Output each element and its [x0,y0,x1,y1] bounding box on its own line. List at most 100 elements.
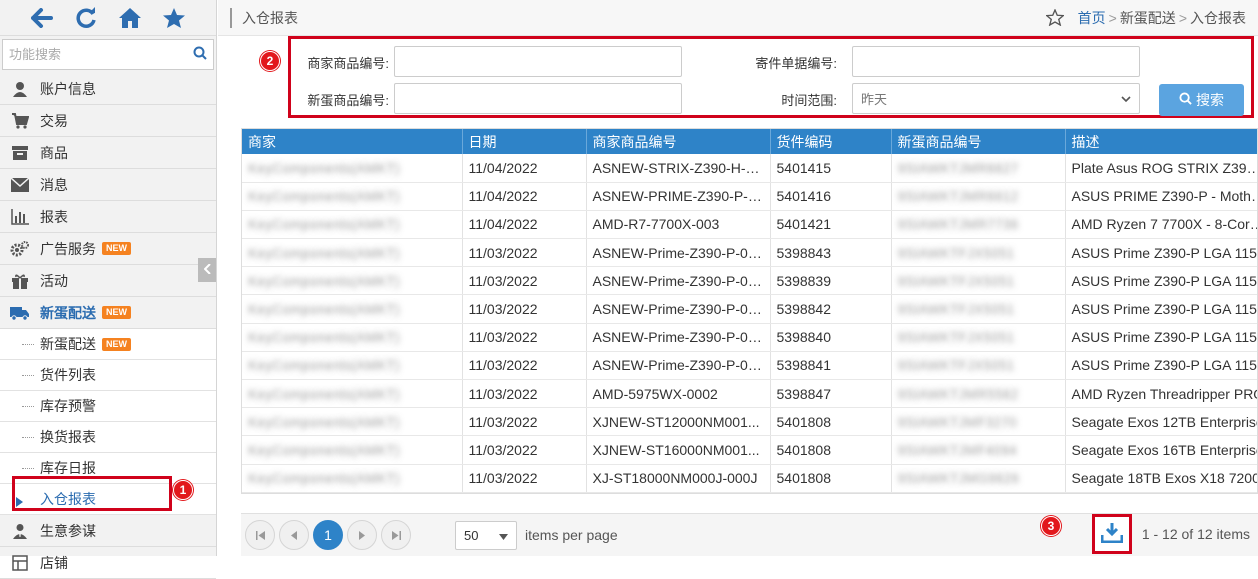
chevron-left-icon [203,263,211,277]
cell-newegg-item: 9SIAWKTJMF4094 [891,435,1066,465]
cell-seller: KeyComponents(AMKT) [242,323,463,352]
cell-seller-sku: ASNEW-Prime-Z390-P-00... [586,351,771,381]
submenu-shipment-list[interactable]: 货件列表 [0,360,216,391]
pagination-info: 1 - 12 of 12 items [1141,526,1250,542]
user-icon [8,79,32,99]
menu-account[interactable]: 账户信息 [0,73,216,105]
menu-trade[interactable]: 交易 [0,105,216,137]
cell-newegg-item: 9SIAWKTJMF3270 [891,407,1066,437]
main-content: 入仓报表 首页 > 新蛋配送 > 入仓报表 商家商品编号: 寄件单据编号: 新蛋… [218,0,1258,556]
cell-date: 11/03/2022 [462,323,587,352]
table-row[interactable]: KeyComponents(AMKT) 11/03/2022 ASNEW-Prime… [242,238,1257,268]
first-page-button[interactable] [245,520,275,550]
time-range-value: 昨天 [861,92,888,107]
sidebar-collapse-handle[interactable] [198,258,216,282]
last-page-button[interactable] [381,520,411,550]
user-tie-icon [8,521,32,541]
col-header-seller-sku[interactable]: 商家商品编号 [586,129,771,154]
table-row[interactable]: KeyComponents(AMKT) 11/03/2022 XJNEW-ST120… [242,407,1257,437]
export-download-button[interactable] [1092,514,1132,554]
table-row[interactable]: KeyComponents(AMKT) 11/03/2022 ASNEW-Prime… [242,294,1257,324]
submenu-exchange-report[interactable]: 换货报表 [0,422,216,453]
menu-newegg-delivery[interactable]: 新蛋配送 NEW [0,297,216,329]
cell-description: Seagate 18TB Exos X18 7200 [1065,464,1257,493]
new-badge: NEW [102,337,131,351]
search-button[interactable]: 搜索 [1159,84,1244,116]
cell-seller-sku: ASNEW-PRIME-Z390-P-1... [586,182,771,211]
table-row[interactable]: KeyComponents(AMKT) 11/04/2022 AMD-R7-7700… [242,210,1257,240]
cell-seller-sku: ASNEW-Prime-Z390-P-00... [586,323,771,352]
cell-newegg-item: 9SIAWKTJMG9626 [891,464,1066,493]
cell-newegg-item: 9SIAWKTFJX5051 [891,266,1066,296]
menu-label: 商品 [40,144,68,161]
page-number-button[interactable]: 1 [313,520,343,550]
function-search[interactable] [2,39,214,70]
back-arrow-icon[interactable] [27,3,57,33]
newegg-item-input[interactable] [394,83,682,114]
annotation-highlight-box [12,476,172,511]
table-row[interactable]: KeyComponents(AMKT) 11/04/2022 ASNEW-PRIME… [242,182,1257,211]
star-icon[interactable] [159,3,189,33]
table-row[interactable]: KeyComponents(AMKT) 11/03/2022 ASNEW-Prime… [242,266,1257,296]
next-page-button[interactable] [347,520,377,550]
cell-seller-sku: XJNEW-ST16000NM001... [586,435,771,465]
cell-date: 11/03/2022 [462,407,587,437]
menu-products[interactable]: 商品 [0,137,216,169]
breadcrumb: 首页 > 新蛋配送 > 入仓报表 [1045,8,1246,28]
cell-newegg-item: 9SIAWKTJMR6627 [891,154,1066,183]
breadcrumb-current: 入仓报表 [1190,9,1246,26]
col-header-shipment-code[interactable]: 货件编码 [770,129,892,154]
header-bar: 入仓报表 首页 > 新蛋配送 > 入仓报表 [218,0,1258,36]
favorite-star-icon[interactable] [1045,9,1064,26]
time-range-label: 时间范围: [781,93,837,108]
table-row[interactable]: KeyComponents(AMKT) 11/04/2022 ASNEW-STRIX… [242,154,1257,183]
submenu-newegg-delivery[interactable]: 新蛋配送 NEW [0,329,216,360]
menu-business-advisor[interactable]: 生意参谋 [0,515,216,547]
submenu-label: 库存预警 [40,398,96,414]
breadcrumb-separator: > [1108,9,1117,26]
seller-sku-input[interactable] [394,46,682,77]
col-header-newegg-item[interactable]: 新蛋商品编号 [891,129,1066,154]
annotation-marker-3: 3 [1041,516,1061,536]
menu-messages[interactable]: 消息 [0,169,216,201]
table-row[interactable]: KeyComponents(AMKT) 11/03/2022 XJNEW-ST160… [242,435,1257,465]
menu-ads[interactable]: 广告服务 NEW [0,233,216,265]
col-header-date[interactable]: 日期 [462,129,587,154]
shipment-no-input[interactable] [852,46,1140,77]
col-header-seller[interactable]: 商家 [242,129,463,154]
cell-seller: KeyComponents(AMKT) [242,464,463,493]
cell-description: Seagate Exos 12TB Enterprise [1065,407,1257,437]
cell-newegg-item: 9SIAWKTFJX5051 [891,323,1066,352]
table-row[interactable]: KeyComponents(AMKT) 11/03/2022 ASNEW-Prime… [242,323,1257,352]
cell-shipment-code: 5398843 [770,238,892,268]
refresh-icon[interactable] [71,3,101,33]
col-header-description[interactable]: 描述 [1065,129,1257,154]
menu-reports[interactable]: 报表 [0,201,216,233]
menu-store[interactable]: 店铺 [0,547,216,579]
cell-newegg-item: 9SIAWKTFJX5051 [891,351,1066,381]
prev-page-button[interactable] [279,520,309,550]
cell-seller-sku: ASNEW-Prime-Z390-P-00... [586,266,771,296]
menu-activities[interactable]: 活动 [0,265,216,297]
cell-shipment-code: 5401808 [770,407,892,437]
home-icon[interactable] [115,3,145,33]
table-row[interactable]: KeyComponents(AMKT) 11/03/2022 XJ-ST18000N… [242,464,1257,493]
function-search-input[interactable] [9,47,193,62]
submenu-inventory-alert[interactable]: 库存预警 [0,391,216,422]
breadcrumb-home-link[interactable]: 首页 [1078,8,1106,28]
page-size-select[interactable]: 50 [455,520,517,550]
cell-seller-sku: ASNEW-STRIX-Z390-H-G... [586,154,771,183]
menu-label: 生意参谋 [40,522,96,539]
search-icon[interactable] [193,46,207,63]
table-row[interactable]: KeyComponents(AMKT) 11/03/2022 AMD-5975WX-… [242,379,1257,409]
cell-shipment-code: 5398839 [770,266,892,296]
seller-sku-label: 商家商品编号: [307,56,389,71]
time-range-select[interactable]: 昨天 [852,83,1140,114]
cell-description: ASUS Prime Z390-P LGA 1151 [1065,294,1257,324]
breadcrumb-delivery[interactable]: 新蛋配送 [1120,8,1176,28]
cell-newegg-item: 9SIAWKTJMR5562 [891,379,1066,409]
cell-description: AMD Ryzen 7 7700X - 8-Core 4 [1065,210,1257,240]
table-row[interactable]: KeyComponents(AMKT) 11/03/2022 ASNEW-Prime… [242,351,1257,381]
pagination-bar: 1 50 items per page 1 - 12 of 12 items [241,513,1258,556]
cart-icon [8,111,32,131]
